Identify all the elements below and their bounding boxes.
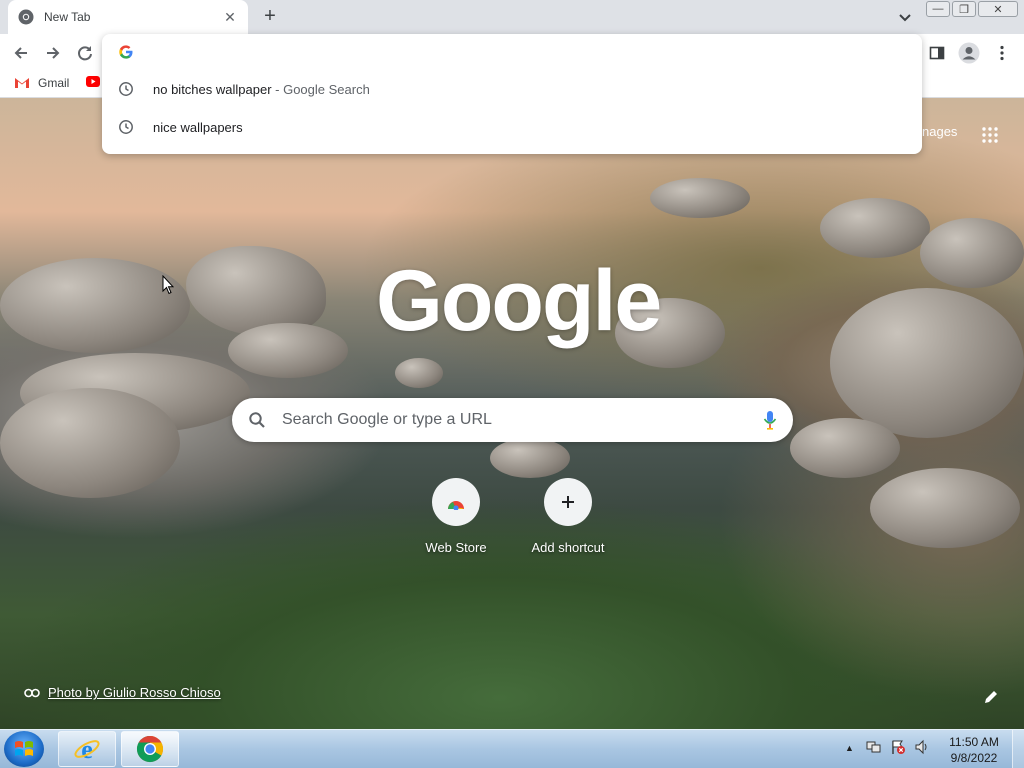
reload-button[interactable] bbox=[74, 42, 96, 64]
bookmark-youtube[interactable] bbox=[86, 76, 100, 87]
history-clock-icon bbox=[119, 82, 133, 96]
suggestion-text: nice wallpapers bbox=[153, 119, 243, 135]
profile-button[interactable] bbox=[958, 42, 980, 64]
taskbar-chrome[interactable] bbox=[121, 731, 179, 767]
profile-avatar-icon bbox=[958, 42, 980, 64]
history-clock-icon bbox=[119, 120, 133, 134]
bookmark-gmail[interactable]: Gmail bbox=[14, 76, 69, 90]
system-clock[interactable]: 11:50 AM 9/8/2022 bbox=[944, 734, 1004, 766]
show-hidden-icons-button[interactable]: ▲ bbox=[845, 743, 854, 753]
shortcut-tile bbox=[544, 478, 592, 526]
images-link[interactable]: nages bbox=[922, 124, 957, 139]
windows-taskbar: e ▲ 11:50 AM 9/8/2022 bbox=[0, 729, 1024, 768]
shortcut-label: Web Store bbox=[425, 540, 487, 555]
restore-icon: ❐ bbox=[959, 3, 969, 16]
reload-icon bbox=[78, 46, 92, 61]
web-store-icon bbox=[448, 501, 464, 510]
clock-time: 11:50 AM bbox=[949, 735, 999, 749]
back-arrow-icon bbox=[14, 47, 27, 59]
restore-button[interactable]: ❐ bbox=[952, 1, 976, 17]
kebab-menu-icon bbox=[1000, 45, 1004, 61]
close-icon: ✕ bbox=[993, 3, 1003, 16]
action-center-flag-icon[interactable] bbox=[890, 739, 906, 755]
forward-button[interactable] bbox=[42, 42, 64, 64]
google-logo: Google bbox=[376, 253, 662, 349]
omnibox-input-row[interactable] bbox=[102, 34, 922, 70]
chrome-favicon-icon bbox=[18, 9, 34, 25]
taskbar-internet-explorer[interactable]: e bbox=[58, 731, 116, 767]
attribution-text: Photo by Giulio Rosso Chioso bbox=[48, 685, 221, 700]
photo-attribution-link[interactable]: Photo by Giulio Rosso Chioso bbox=[24, 685, 221, 700]
svg-text:e: e bbox=[81, 735, 93, 763]
volume-speaker-icon[interactable] bbox=[914, 739, 930, 755]
mouse-cursor-icon bbox=[162, 275, 174, 295]
tab-close-icon[interactable]: ✕ bbox=[222, 9, 238, 26]
customize-pencil-icon[interactable] bbox=[982, 688, 1000, 706]
chrome-icon bbox=[136, 735, 164, 763]
chrome-menu-button[interactable] bbox=[991, 42, 1013, 64]
side-panel-button[interactable] bbox=[926, 42, 948, 64]
clock-date: 9/8/2022 bbox=[950, 751, 998, 765]
ie-icon: e bbox=[74, 735, 100, 763]
close-window-button[interactable]: ✕ bbox=[978, 1, 1018, 17]
shortcut-add[interactable]: Add shortcut bbox=[512, 478, 624, 555]
youtube-icon bbox=[86, 76, 100, 87]
minimize-button[interactable]: — bbox=[926, 1, 950, 17]
new-tab-button[interactable]: + bbox=[259, 6, 281, 28]
windows-logo-icon bbox=[15, 741, 33, 756]
tab-title: New Tab bbox=[44, 10, 91, 24]
omnibox-suggestion[interactable]: no bitches wallpaper - Google Search bbox=[102, 70, 922, 108]
suggestion-text: no bitches wallpaper - Google Search bbox=[153, 81, 370, 97]
back-button[interactable] bbox=[10, 42, 32, 64]
show-desktop-button[interactable] bbox=[1012, 730, 1024, 768]
tab-search-chevron-icon[interactable] bbox=[896, 8, 914, 26]
tab-new-tab[interactable]: New Tab ✕ bbox=[8, 0, 248, 34]
forward-arrow-icon bbox=[47, 47, 60, 59]
gmail-icon bbox=[15, 78, 29, 88]
omnibox-dropdown: no bitches wallpaper - Google Search nic… bbox=[102, 34, 922, 154]
google-apps-grid-icon[interactable] bbox=[982, 127, 998, 143]
ntp-search-box[interactable]: Search Google or type a URL bbox=[232, 398, 793, 442]
side-panel-icon bbox=[929, 46, 945, 60]
bookmark-label: Gmail bbox=[38, 76, 70, 90]
search-placeholder: Search Google or type a URL bbox=[282, 411, 492, 428]
start-button[interactable] bbox=[4, 731, 44, 767]
window-controls: — ❐ ✕ bbox=[926, 1, 1018, 17]
shortcut-web-store[interactable]: Web Store bbox=[400, 478, 512, 555]
minimize-icon: — bbox=[932, 3, 944, 15]
shortcut-tile bbox=[432, 478, 480, 526]
voice-search-mic-icon[interactable] bbox=[763, 410, 777, 430]
network-icon[interactable] bbox=[866, 739, 882, 755]
google-g-icon bbox=[119, 45, 133, 59]
plus-icon bbox=[562, 496, 574, 508]
omnibox-suggestion[interactable]: nice wallpapers bbox=[102, 108, 922, 146]
search-icon bbox=[249, 412, 265, 428]
shortcut-label: Add shortcut bbox=[531, 540, 605, 555]
link-icon bbox=[24, 688, 40, 697]
tab-strip: New Tab ✕ + — ❐ ✕ bbox=[0, 0, 1024, 34]
